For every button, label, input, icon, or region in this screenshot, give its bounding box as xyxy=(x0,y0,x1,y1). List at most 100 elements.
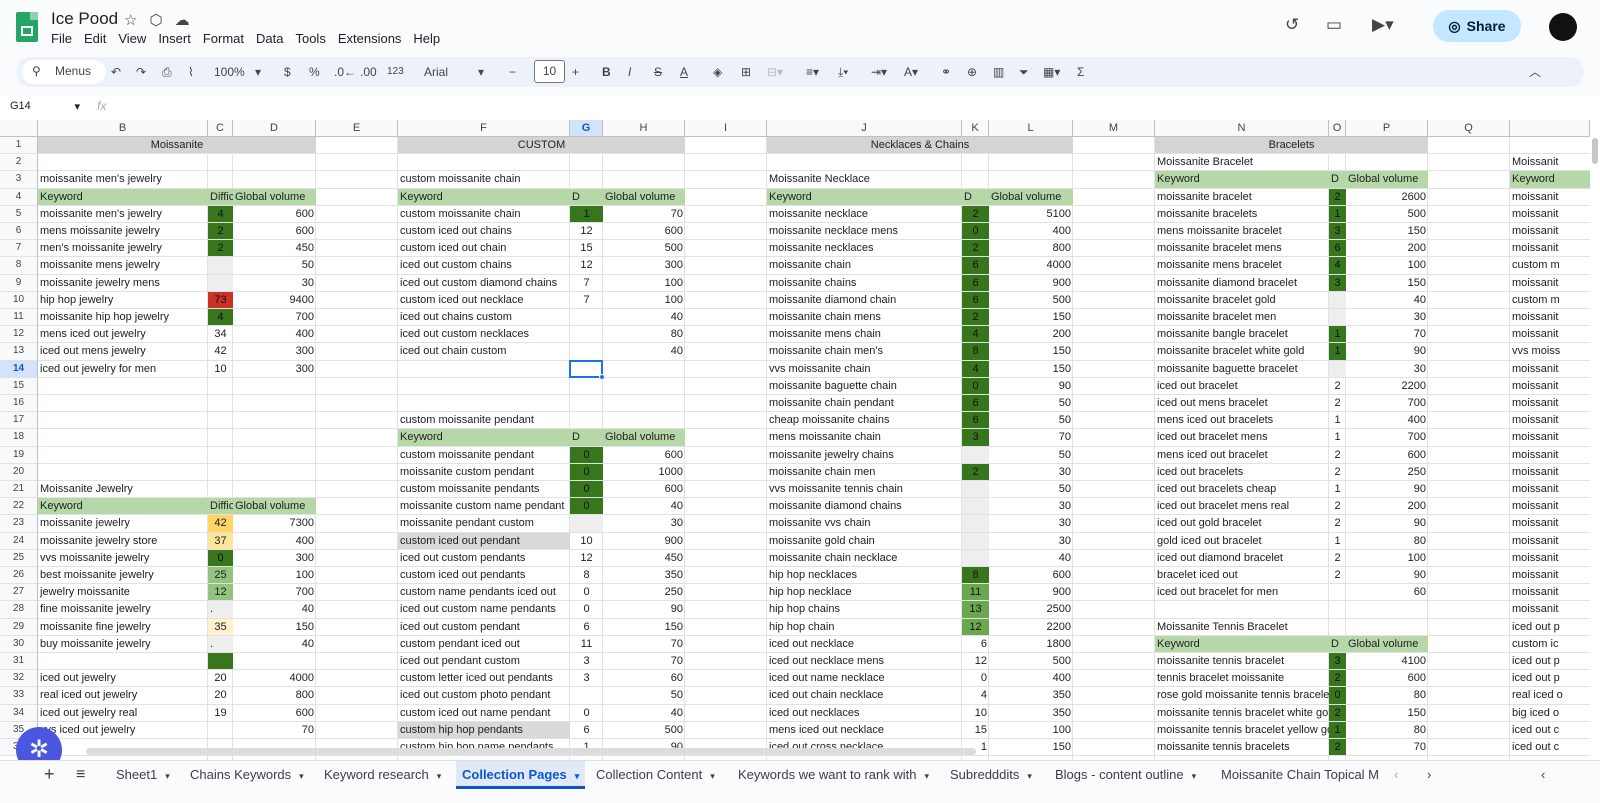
table-cell[interactable]: moissanite tennis bracelets xyxy=(1155,739,1329,755)
table-cell[interactable]: moissanite custom name pendant xyxy=(398,498,570,514)
table-cell[interactable]: 2 xyxy=(1329,515,1346,531)
table-cell[interactable]: moissanite bracelet white gold xyxy=(1155,343,1329,359)
column-header-o[interactable]: O xyxy=(1329,120,1346,137)
table-cell[interactable] xyxy=(208,257,233,273)
row-header[interactable]: 21 xyxy=(0,481,38,498)
table-cell[interactable]: 1 xyxy=(1329,326,1346,342)
table-cell[interactable] xyxy=(962,481,989,497)
table-cell[interactable]: 8 xyxy=(962,343,989,359)
row-header[interactable]: 32 xyxy=(0,670,38,687)
table-cell[interactable]: 450 xyxy=(233,240,316,256)
table-cell[interactable]: 30 xyxy=(1346,309,1428,325)
row-header[interactable]: 18 xyxy=(0,429,38,446)
table-cell[interactable]: moissanit xyxy=(1510,395,1590,411)
table-cell[interactable]: moissanit xyxy=(1510,206,1590,222)
table-cell[interactable]: iced out necklace xyxy=(767,636,962,652)
table-cell[interactable]: 2200 xyxy=(989,619,1073,635)
table-cell[interactable]: custom moissanite pendant xyxy=(398,447,570,463)
table-cell[interactable]: 500 xyxy=(603,240,685,256)
table-cell[interactable]: 0 xyxy=(962,378,989,394)
table-cell[interactable]: 70 xyxy=(233,722,316,738)
column-header-h[interactable]: H xyxy=(603,120,685,137)
move-folder-icon[interactable]: ⬡ xyxy=(149,11,162,29)
table-cell[interactable]: moissanite bracelet mens xyxy=(1155,240,1329,256)
table-header-cell[interactable]: D xyxy=(962,189,989,205)
table-cell[interactable]: 0 xyxy=(570,498,603,514)
table-cell[interactable]: iced out custom necklaces xyxy=(398,326,570,342)
table-cell[interactable]: 500 xyxy=(1346,206,1428,222)
print-icon[interactable]: ⎙ xyxy=(162,64,172,80)
table-header-cell[interactable]: D xyxy=(570,429,603,445)
table-cell[interactable]: 2 xyxy=(1329,189,1346,205)
table-cell[interactable]: 12 xyxy=(962,619,989,635)
table-cell[interactable]: hip hop necklaces xyxy=(767,567,962,583)
column-header-g[interactable]: G xyxy=(570,120,603,137)
filter-views-icon[interactable]: ▦▾ xyxy=(1043,64,1060,80)
table-cell[interactable]: 73 xyxy=(208,292,233,308)
table-cell[interactable]: moissanite vvs chain xyxy=(767,515,962,531)
chevron-down-icon[interactable]: ▾ xyxy=(165,771,170,781)
table-cell[interactable]: 90 xyxy=(1346,481,1428,497)
redo-icon[interactable]: ↷ xyxy=(136,64,146,80)
menu-view[interactable]: View xyxy=(118,31,153,47)
table-cell[interactable]: 12 xyxy=(962,653,989,669)
table-cell[interactable]: 2500 xyxy=(989,601,1073,617)
table-cell[interactable]: 6 xyxy=(962,257,989,273)
table-cell[interactable]: 4 xyxy=(208,206,233,222)
fill-handle[interactable] xyxy=(599,374,605,380)
table-cell[interactable]: 4000 xyxy=(233,670,316,686)
table-cell[interactable]: moissanit xyxy=(1510,498,1590,514)
table-cell[interactable]: 1 xyxy=(570,206,603,222)
table-cell[interactable]: 150 xyxy=(1346,705,1428,721)
functions-icon[interactable]: Σ xyxy=(1077,64,1084,80)
table-cell[interactable]: 2 xyxy=(1329,395,1346,411)
chevron-down-icon[interactable]: ▾ xyxy=(299,771,304,781)
table-cell[interactable] xyxy=(1329,309,1346,325)
table-cell[interactable]: 500 xyxy=(989,653,1073,669)
table-cell[interactable]: moissanite necklaces xyxy=(767,240,962,256)
select-all-corner[interactable] xyxy=(0,120,38,137)
table-cell[interactable]: 25 xyxy=(208,567,233,583)
table-cell[interactable]: 4 xyxy=(962,326,989,342)
table-header-cell[interactable]: Diffic xyxy=(208,189,233,205)
table-cell[interactable]: 150 xyxy=(989,309,1073,325)
merge-cells-icon[interactable]: ⊟▾ xyxy=(767,64,783,80)
table-cell[interactable]: 90 xyxy=(989,378,1073,394)
table-cell[interactable]: 30 xyxy=(989,464,1073,480)
table-cell[interactable]: 0 xyxy=(1329,687,1346,703)
row-header[interactable]: 1 xyxy=(0,137,38,154)
table-cell[interactable]: 7 xyxy=(570,275,603,291)
menu-file[interactable]: File xyxy=(51,31,79,47)
table-cell[interactable]: moissanite pendant custom xyxy=(398,515,570,531)
table-cell[interactable]: moissanit xyxy=(1510,223,1590,239)
side-panel-toggle-icon[interactable]: ‹ xyxy=(1535,761,1551,789)
row-header[interactable]: 6 xyxy=(0,223,38,240)
table-cell[interactable]: moissanit xyxy=(1510,601,1590,617)
table-cell[interactable] xyxy=(962,515,989,531)
column-header-r[interactable] xyxy=(1510,120,1590,137)
table-cell[interactable]: hip hop chain xyxy=(767,619,962,635)
table-cell[interactable]: 6 xyxy=(1329,240,1346,256)
table-cell[interactable]: vvs moiss xyxy=(1510,343,1590,359)
table-cell[interactable]: vvs iced out jewelry xyxy=(38,722,208,738)
table-cell[interactable]: 70 xyxy=(1346,739,1428,755)
table-cell[interactable]: moissanit xyxy=(1510,361,1590,377)
table-cell[interactable]: custom moissanite pendants xyxy=(398,481,570,497)
table-cell[interactable]: iced out bracelet mens xyxy=(1155,429,1329,445)
table-cell[interactable]: 60 xyxy=(1346,584,1428,600)
table-cell[interactable]: 19 xyxy=(208,705,233,721)
table-cell[interactable]: 12 xyxy=(570,223,603,239)
table-cell[interactable]: 2 xyxy=(962,464,989,480)
table-cell[interactable]: 12 xyxy=(208,584,233,600)
scroll-tabs-left-icon[interactable]: ‹ xyxy=(1388,761,1404,789)
table-cell[interactable]: 2 xyxy=(962,309,989,325)
row-header[interactable]: 31 xyxy=(0,653,38,670)
section-header[interactable]: Moissanite xyxy=(38,137,316,153)
table-cell[interactable]: moissanite chain men's xyxy=(767,343,962,359)
chart-icon[interactable]: ▥ xyxy=(993,64,1004,80)
table-cell[interactable]: moissanite chain men xyxy=(767,464,962,480)
table-cell[interactable]: Moissanite Necklace xyxy=(767,171,962,187)
table-cell[interactable]: moissanit xyxy=(1510,309,1590,325)
sheet-tab[interactable]: Blogs - content outline▾ xyxy=(1049,761,1202,789)
table-cell[interactable]: 2 xyxy=(1329,378,1346,394)
